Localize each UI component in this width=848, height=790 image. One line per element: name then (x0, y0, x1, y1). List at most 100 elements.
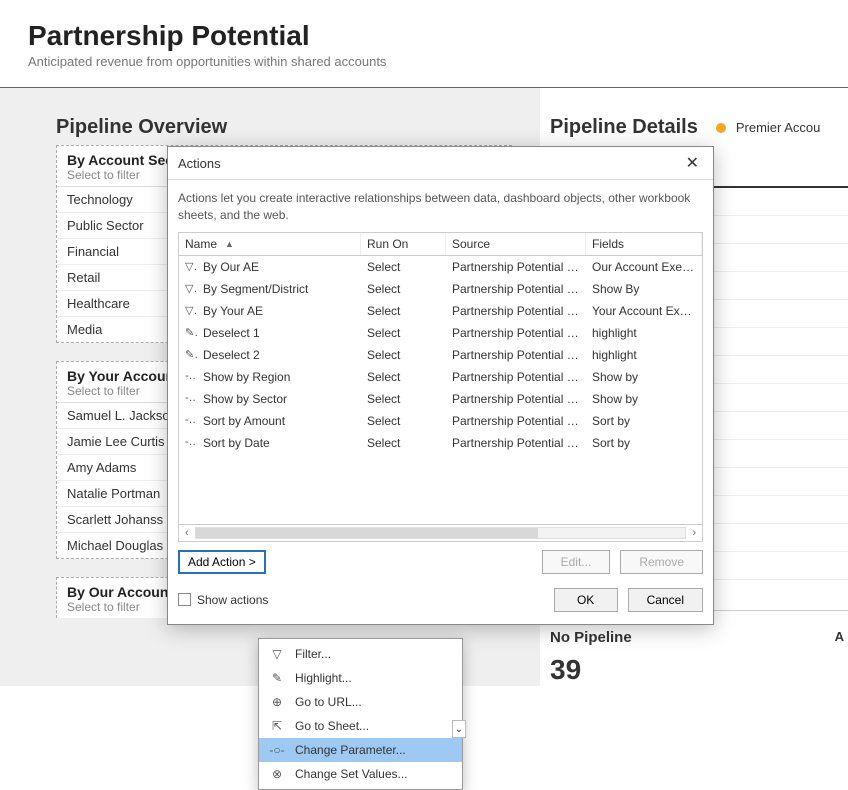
set-icon: ⊗ (269, 767, 285, 781)
globe-icon: ⊕ (269, 695, 285, 709)
dialog-title: Actions (178, 156, 221, 171)
action-name-cell: Deselect 1 (197, 324, 361, 342)
action-source-cell: Partnership Potential (… (446, 390, 586, 408)
funnel-icon: ▽ (269, 647, 285, 661)
pencil-icon: ✎ (179, 324, 197, 342)
action-name-cell: Deselect 2 (197, 346, 361, 364)
menu-item-change-parameter[interactable]: -○- Change Parameter... (259, 738, 462, 762)
action-row[interactable]: -○-Sort by AmountSelectPartnership Poten… (179, 410, 702, 432)
col-fields-header[interactable]: Fields (586, 233, 702, 255)
actions-table-header: Name ▲ Run On Source Fields (179, 233, 702, 256)
sort-asc-icon: ▲ (225, 239, 234, 249)
col-source-header[interactable]: Source (446, 233, 586, 255)
menu-item-label: Change Set Values... (295, 767, 408, 781)
show-actions-checkbox[interactable]: Show actions (178, 593, 268, 607)
action-row[interactable]: ✎Deselect 2SelectPartnership Potential (… (179, 344, 702, 366)
action-name-cell: Show by Region (197, 368, 361, 386)
action-runon-cell: Select (361, 434, 446, 452)
ok-button[interactable]: OK (554, 588, 618, 612)
action-runon-cell: Select (361, 390, 446, 408)
action-source-cell: Partnership Potential (… (446, 258, 586, 276)
menu-item-go-to-url[interactable]: ⊕ Go to URL... (259, 690, 462, 714)
action-row[interactable]: ▽By Our AESelectPartnership Potential (…… (179, 256, 702, 278)
action-source-cell: Partnership Potential (… (446, 412, 586, 430)
no-pipeline-value: 39 (550, 654, 632, 686)
menu-item-change-set-values[interactable]: ⊗ Change Set Values... (259, 762, 462, 786)
checkbox-label: Show actions (197, 593, 268, 607)
action-row[interactable]: -○-Show by RegionSelectPartnership Poten… (179, 366, 702, 388)
param-icon: -○- (179, 412, 197, 430)
action-fields-cell: Sort by (586, 412, 702, 430)
action-runon-cell: Select (361, 346, 446, 364)
action-fields-cell: Sort by (586, 434, 702, 452)
action-row[interactable]: ✎Deselect 1SelectPartnership Potential (… (179, 322, 702, 344)
close-icon[interactable]: ✕ (682, 153, 703, 173)
dialog-description: Actions let you create interactive relat… (178, 190, 703, 224)
list-item-label: Michael Douglas (67, 538, 163, 553)
scroll-thumb[interactable] (196, 528, 539, 538)
col-runon-header[interactable]: Run On (361, 233, 446, 255)
action-fields-cell: Your Account Executiv (586, 302, 702, 320)
action-fields-cell: highlight (586, 346, 702, 364)
pencil-icon: ✎ (269, 671, 285, 685)
add-action-menu: ▽ Filter... ✎ Highlight... ⊕ Go to URL... ⇱Go … (258, 638, 463, 790)
menu-item-label: Go to URL... (295, 695, 362, 709)
action-row[interactable]: -○-Sort by DateSelectPartnership Potenti… (179, 432, 702, 454)
cancel-button[interactable]: Cancel (628, 588, 703, 612)
action-runon-cell: Select (361, 302, 446, 320)
action-name-cell: Show by Sector (197, 390, 361, 408)
action-fields-cell: Show by (586, 368, 702, 386)
action-row[interactable]: -○-Show by SectorSelectPartnership Poten… (179, 388, 702, 410)
remove-button[interactable]: Remove (620, 550, 703, 574)
scroll-left-icon[interactable]: ‹ (185, 527, 189, 539)
action-source-cell: Partnership Potential (… (446, 346, 586, 364)
no-pipeline-side-label: A (835, 629, 848, 686)
action-runon-cell: Select (361, 258, 446, 276)
action-source-cell: Partnership Potential (… (446, 302, 586, 320)
details-heading: Pipeline Details (550, 116, 698, 139)
legend-dot-icon (716, 123, 726, 133)
add-action-button[interactable]: Add Action > (178, 550, 266, 574)
param-icon: -○- (179, 368, 197, 386)
chevron-down-icon[interactable]: ⌄ (452, 720, 466, 738)
action-fields-cell: Show By (586, 280, 702, 298)
funnel-icon: ▽ (179, 280, 197, 298)
funnel-icon: ▽ (179, 258, 197, 276)
menu-item-filter[interactable]: ▽ Filter... (259, 642, 462, 666)
overview-heading: Pipeline Overview (56, 116, 512, 139)
legend-label: Premier Accou (736, 120, 821, 135)
action-runon-cell: Select (361, 280, 446, 298)
col-name-header[interactable]: Name ▲ (179, 233, 361, 255)
scroll-track[interactable] (195, 527, 687, 539)
action-runon-cell: Select (361, 368, 446, 386)
action-fields-cell: Our Account Executive (586, 258, 702, 276)
action-source-cell: Partnership Potential (… (446, 368, 586, 386)
funnel-icon: ▽ (179, 302, 197, 320)
menu-item-label: Highlight... (295, 671, 352, 685)
scroll-right-icon[interactable]: › (692, 527, 696, 539)
action-name-cell: Sort by Amount (197, 412, 361, 430)
action-runon-cell: Select (361, 324, 446, 342)
menu-item-highlight[interactable]: ✎ Highlight... (259, 666, 462, 690)
checkbox-icon (178, 593, 191, 606)
action-name-cell: By Your AE (197, 302, 361, 320)
action-name-cell: By Segment/District (197, 280, 361, 298)
actions-table: Name ▲ Run On Source Fields ▽By Our AESe… (178, 232, 703, 542)
action-row[interactable]: ▽By Your AESelectPartnership Potential (… (179, 300, 702, 322)
actions-dialog: Actions ✕ Actions let you create interac… (167, 146, 714, 625)
horizontal-scrollbar[interactable]: ‹ › (179, 524, 702, 541)
edit-button[interactable]: Edit... (542, 550, 611, 574)
page-title: Partnership Potential (28, 20, 820, 52)
action-name-cell: Sort by Date (197, 434, 361, 452)
action-row[interactable]: ▽By Segment/DistrictSelectPartnership Po… (179, 278, 702, 300)
action-source-cell: Partnership Potential (… (446, 434, 586, 452)
action-name-cell: By Our AE (197, 258, 361, 276)
menu-item-go-to-sheet[interactable]: ⇱Go to Sheet... (259, 714, 462, 738)
menu-item-label: Change Parameter... (295, 743, 406, 757)
action-source-cell: Partnership Potential (… (446, 324, 586, 342)
action-runon-cell: Select (361, 412, 446, 430)
param-icon: -○- (269, 743, 285, 757)
menu-item-label: Filter... (295, 647, 331, 661)
action-fields-cell: highlight (586, 324, 702, 342)
col-label: Name (185, 237, 217, 251)
